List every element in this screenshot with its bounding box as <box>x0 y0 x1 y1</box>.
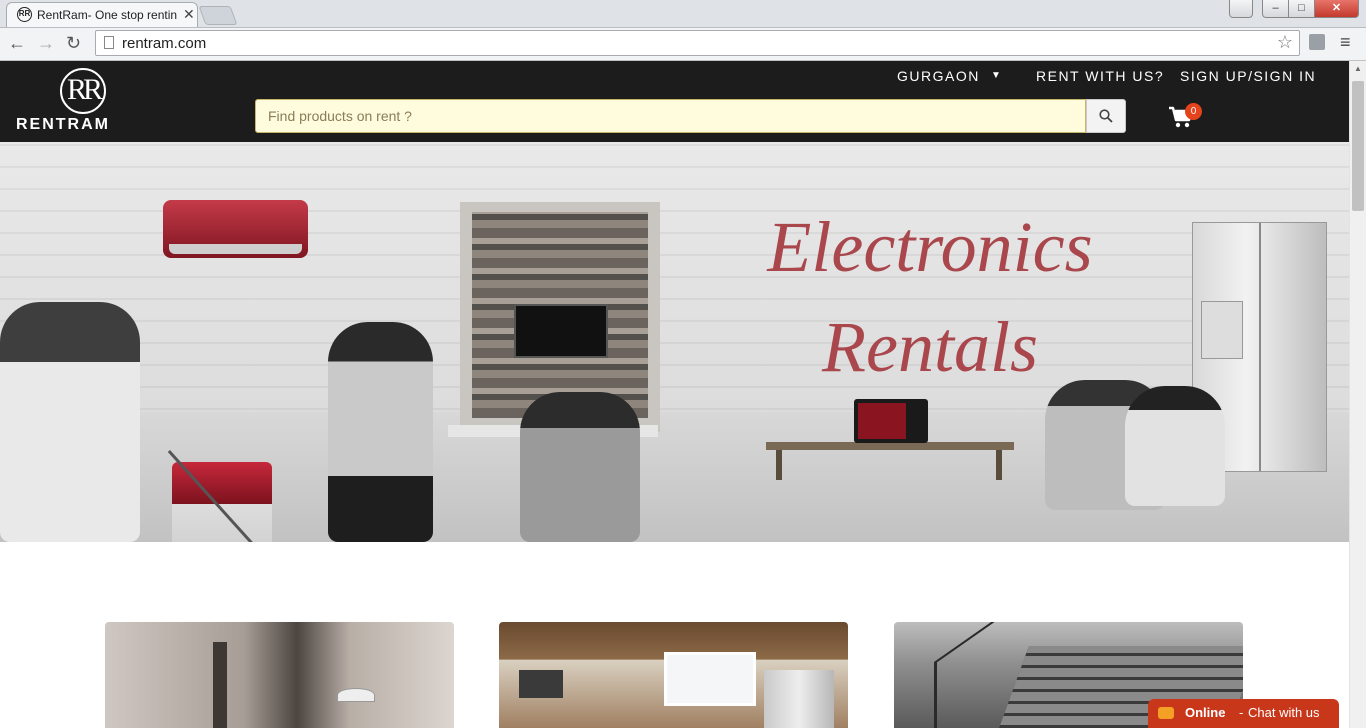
logo-wordmark: RENTRAM <box>16 116 110 133</box>
television-image <box>514 304 608 358</box>
tab-close-icon[interactable]: ✕ <box>183 6 195 23</box>
chat-separator: - <box>1239 705 1244 720</box>
minimize-button[interactable]: – <box>1262 0 1289 18</box>
category-card-furniture[interactable] <box>105 622 454 728</box>
favicon-icon: RR <box>17 7 32 22</box>
search-button[interactable] <box>1086 99 1126 133</box>
page-icon <box>104 36 114 49</box>
hero-title: Electronics Rentals <box>720 197 1140 397</box>
back-arrow-icon[interactable]: ← <box>8 33 26 54</box>
bench-image <box>766 442 1014 450</box>
person-figure <box>328 322 433 542</box>
bookmark-star-icon[interactable]: ☆ <box>1277 32 1293 53</box>
kitchen-window <box>664 652 756 706</box>
forward-arrow-icon[interactable]: → <box>37 33 55 54</box>
person-figure <box>1125 386 1225 506</box>
hero-title-line2: Rentals <box>822 307 1038 387</box>
bench-leg <box>996 450 1002 480</box>
browser-tab-bar: RR RentRam- One stop rentin ✕ – □ ✕ <box>0 0 1366 28</box>
air-conditioner-image <box>163 200 308 258</box>
scroll-thumb[interactable] <box>1352 81 1364 211</box>
sign-in-link[interactable]: SIGN UP/SIGN IN <box>1180 68 1316 84</box>
profile-icon[interactable] <box>1229 0 1253 18</box>
maximize-button[interactable]: □ <box>1288 0 1315 18</box>
url-text[interactable]: rentram.com <box>122 35 206 52</box>
kitchen-fridge <box>764 670 834 728</box>
chat-bubble-icon <box>1158 707 1174 719</box>
reload-icon[interactable]: ↻ <box>66 33 81 54</box>
window-close-button[interactable]: ✕ <box>1314 0 1359 18</box>
hero-title-line1: Electronics <box>767 207 1093 287</box>
kitchen-oven <box>519 670 563 698</box>
city-selector[interactable]: GURGAON <box>897 68 980 84</box>
chat-status: Online <box>1185 705 1226 720</box>
browser-toolbar: ← → ↻ rentram.com ☆ ≡ <box>0 28 1366 61</box>
crane-jib <box>934 622 1009 664</box>
tab-title: RentRam- One stop rentin <box>37 8 178 22</box>
new-tab-button[interactable] <box>198 6 238 25</box>
browser-menu-icon[interactable]: ≡ <box>1340 32 1351 53</box>
scroll-up-icon[interactable]: ▲ <box>1354 64 1362 73</box>
rent-with-us-link[interactable]: RENT WITH US? <box>1036 68 1164 84</box>
address-bar[interactable]: rentram.com ☆ <box>95 30 1300 56</box>
logo-mark: RR <box>60 68 106 114</box>
microwave-image <box>854 399 928 443</box>
search-input[interactable]: Find products on rent ? <box>255 99 1086 133</box>
person-figure <box>0 302 140 542</box>
live-chat-button[interactable]: Online - Chat with us <box>1148 699 1339 728</box>
vertical-scrollbar[interactable]: ▲ <box>1349 61 1366 728</box>
chat-message: Chat with us <box>1248 705 1320 720</box>
extension-icon[interactable] <box>1309 34 1325 50</box>
site-header: RR RENTRAM GURGAON ▼ RENT WITH US? SIGN … <box>0 61 1349 142</box>
cart-count-badge: 0 <box>1185 103 1202 120</box>
bench-leg <box>776 450 782 480</box>
crane-mast <box>934 662 937 728</box>
search-icon <box>1099 109 1113 123</box>
category-card-appliances[interactable] <box>499 622 848 728</box>
room-pillar <box>213 642 227 728</box>
hero-banner[interactable]: Electronics Rentals <box>0 142 1349 542</box>
lamp-image <box>337 688 375 702</box>
person-figure <box>520 392 640 542</box>
site-logo[interactable]: RR RENTRAM <box>16 66 161 138</box>
browser-tab[interactable]: RR RentRam- One stop rentin ✕ <box>6 2 198 27</box>
chevron-down-icon[interactable]: ▼ <box>991 70 1001 81</box>
